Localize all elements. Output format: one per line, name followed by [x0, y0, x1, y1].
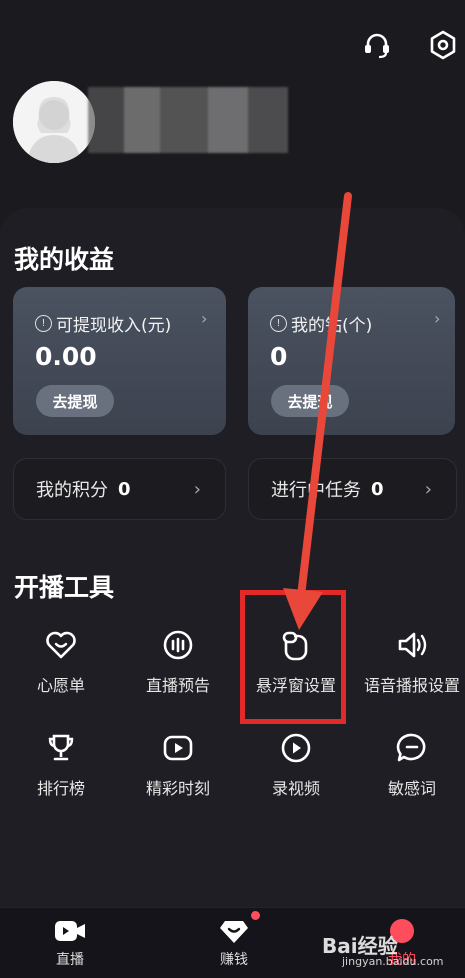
annotation-arrow	[283, 192, 352, 630]
